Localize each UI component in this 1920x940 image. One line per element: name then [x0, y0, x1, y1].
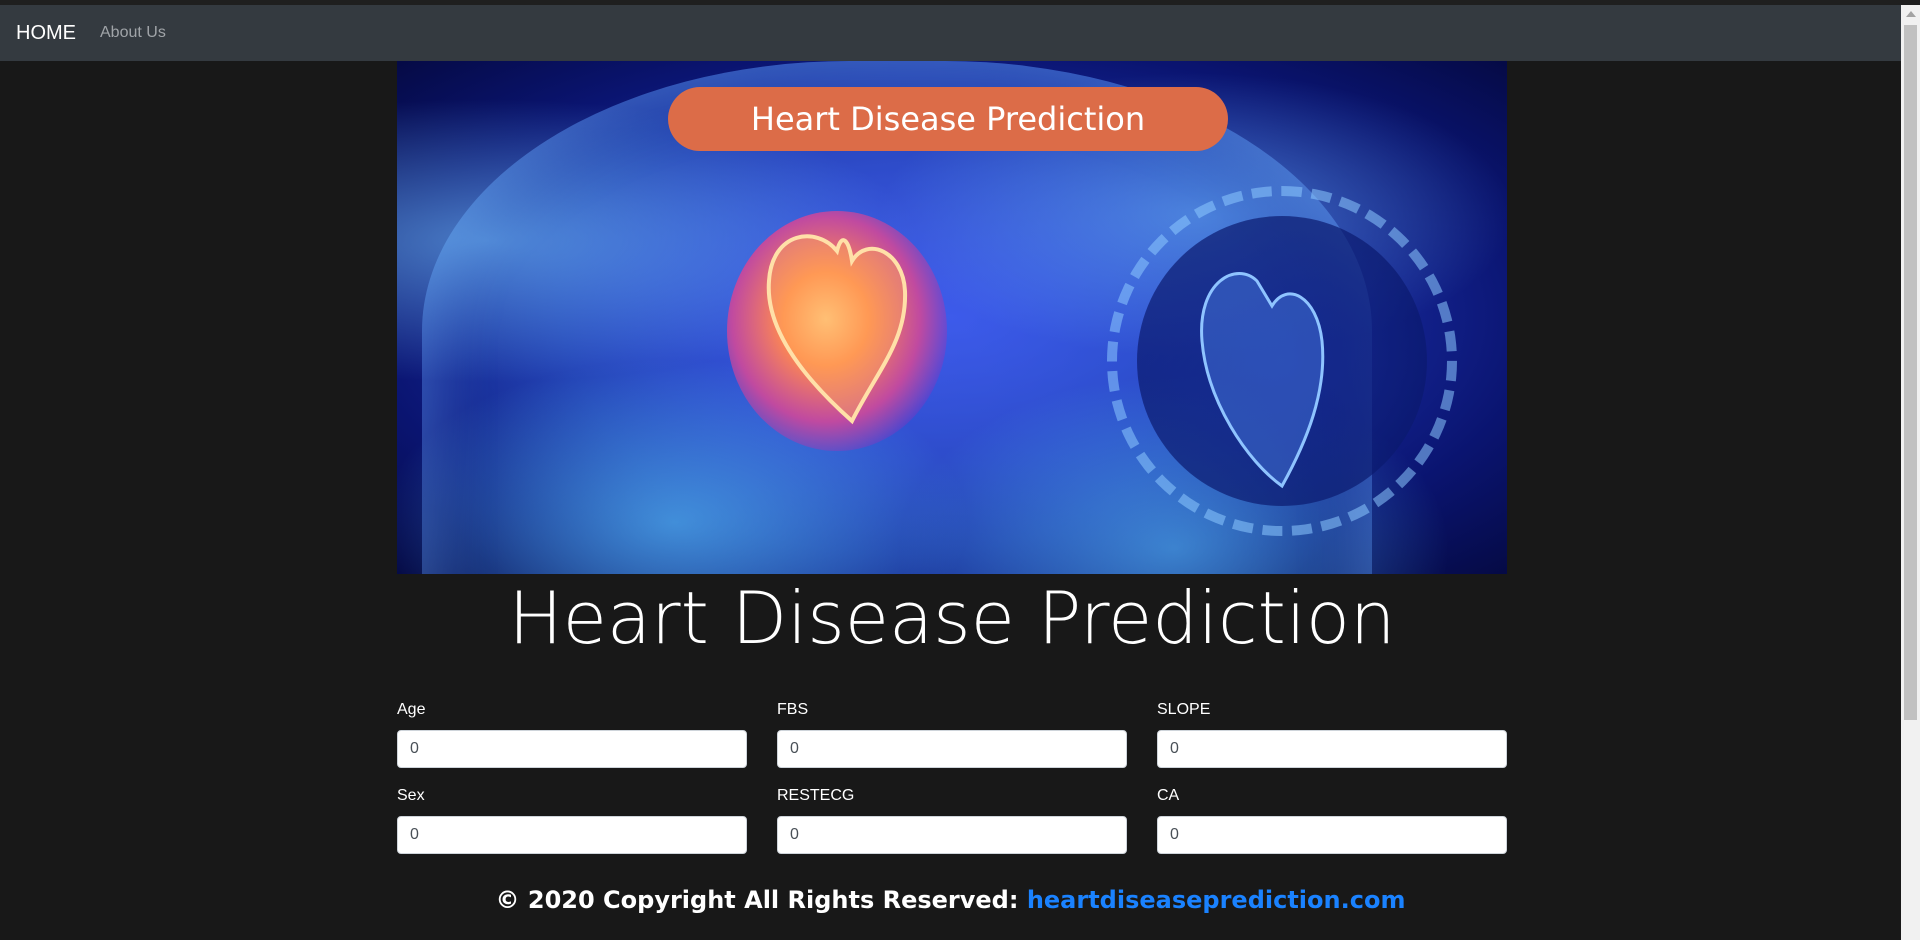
scroll-up-arrow-icon[interactable] [1906, 11, 1916, 17]
restecg-field-group: RESTECG [777, 784, 1127, 854]
footer-site-link[interactable]: heartdiseaseprediction.com [1027, 886, 1406, 914]
fbs-label: FBS [777, 701, 809, 718]
sex-input[interactable] [397, 816, 747, 854]
slope-field-group: SLOPE [1157, 698, 1507, 768]
fbs-input[interactable] [777, 730, 1127, 768]
restecg-input[interactable] [777, 816, 1127, 854]
scroll-thumb[interactable] [1904, 25, 1917, 720]
ca-input[interactable] [1157, 816, 1507, 854]
ca-field-group: CA [1157, 784, 1507, 854]
nav-home-link[interactable]: HOME [16, 22, 76, 45]
age-label: Age [397, 701, 426, 718]
page-title: Heart Disease Prediction [508, 576, 1396, 660]
hero-banner: Heart Disease Prediction [668, 87, 1228, 151]
sex-field-group: Sex [397, 784, 747, 854]
slope-label: SLOPE [1157, 701, 1211, 718]
age-input[interactable] [397, 730, 747, 768]
ca-label: CA [1157, 787, 1180, 804]
slope-input[interactable] [1157, 730, 1507, 768]
hero-image: Heart Disease Prediction [397, 61, 1507, 574]
vertical-scrollbar[interactable] [1901, 5, 1920, 940]
restecg-label: RESTECG [777, 787, 855, 804]
sex-label: Sex [397, 787, 425, 804]
heart-outline-icon [766, 234, 908, 425]
fbs-field-group: FBS [777, 698, 1127, 768]
navbar: HOME About Us [0, 5, 1901, 61]
hologram-heart-icon [1200, 272, 1325, 489]
footer: © 2020 Copyright All Rights Reserved: he… [0, 886, 1901, 926]
age-field-group: Age [397, 698, 747, 768]
nav-about-us-link[interactable]: About Us [100, 24, 166, 42]
copyright-text: © 2020 Copyright All Rights Reserved: [495, 886, 1027, 914]
